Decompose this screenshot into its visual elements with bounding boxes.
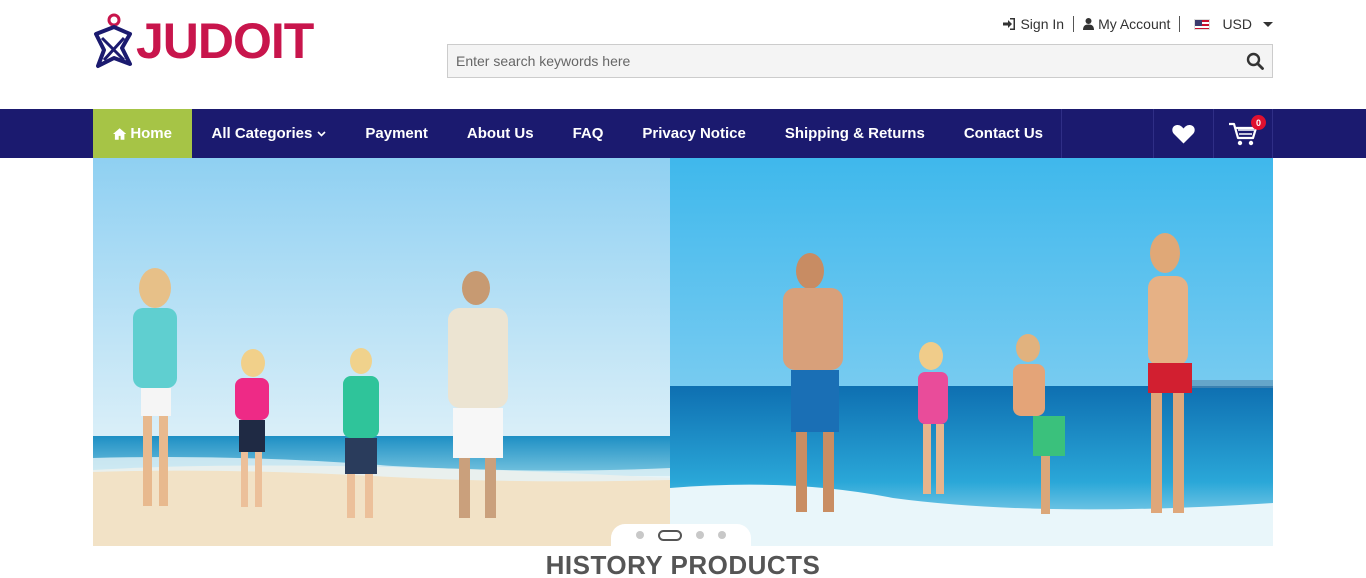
nav-item-label: Contact Us [963,125,1043,142]
nav-item-all-categories[interactable]: All Categories [192,109,346,158]
nav-item-label: Privacy Notice [642,125,746,142]
currency-selector[interactable]: USD [1180,16,1273,32]
sign-in-icon [1003,18,1016,30]
cart-count-badge: 0 [1251,115,1266,130]
my-account-label: My Account [1098,16,1171,32]
section-title: HISTORY PRODUCTS [545,550,821,578]
nav-divider [1061,109,1062,158]
nav-item-home[interactable]: Home [93,109,192,158]
us-flag-icon [1194,18,1211,30]
search-bar [447,44,1273,78]
nav-item-label: Shipping & Returns [784,125,925,142]
nav-item-label: FAQ [572,125,604,142]
slide-dot[interactable] [636,531,644,539]
nav-item-contact-us[interactable]: Contact Us [944,109,1062,158]
nav-item-label: Payment [365,125,428,142]
beach-family-image [93,158,1273,546]
cart-button[interactable]: 0 [1213,109,1273,158]
logo[interactable]: JUDOIT [92,12,314,70]
slide-dot-active[interactable] [658,529,682,541]
search-button[interactable] [1238,44,1272,78]
currency-label: USD [1222,16,1252,32]
my-account-link[interactable]: My Account [1074,16,1179,32]
nav-item-label: Home [130,125,172,142]
search-input[interactable] [448,45,1238,77]
nav-item-about-us[interactable]: About Us [447,109,553,158]
wishlist-button[interactable] [1153,109,1213,158]
logo-mark-icon [94,13,132,68]
nav-item-privacy-notice[interactable]: Privacy Notice [623,109,765,158]
slider-pagination [611,524,751,546]
sign-in-link[interactable]: Sign In [994,16,1073,32]
heart-icon [1172,124,1195,143]
top-links: Sign In My Account USD [994,15,1273,33]
caret-down-icon [1263,21,1273,27]
nav-item-payment[interactable]: Payment [346,109,448,158]
slide-dot[interactable] [696,531,704,539]
slide-dot[interactable] [718,531,726,539]
nav-item-faq[interactable]: FAQ [553,109,623,158]
site-header: JUDOIT Sign In My Account USD [0,0,1366,109]
search-icon [1246,52,1264,70]
hero-banner[interactable] [93,158,1273,546]
user-icon [1083,18,1095,30]
chevron-down-icon [317,130,326,137]
main-nav: Home All Categories Payment About Us FAQ… [0,109,1366,158]
nav-item-shipping-returns[interactable]: Shipping & Returns [765,109,944,158]
logo-text: JUDOIT [136,13,314,69]
sign-in-label: Sign In [1020,16,1065,32]
nav-item-label: All Categories [211,125,313,142]
nav-item-label: About Us [466,125,534,142]
home-icon [113,127,127,140]
